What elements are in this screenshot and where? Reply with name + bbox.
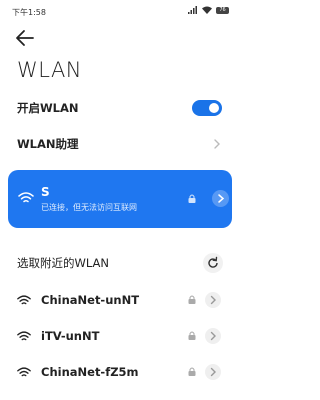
chevron-right-icon — [214, 139, 220, 149]
wlan-assistant-label: WLAN助理 — [17, 137, 79, 151]
chevron-right-icon — [210, 367, 216, 377]
status-bar: 下午1:58 76 — [0, 0, 240, 22]
wifi-icon — [18, 192, 34, 203]
lock-icon — [188, 295, 196, 304]
wlan-toggle-label: 开启WLAN — [17, 101, 79, 115]
refresh-button[interactable] — [203, 253, 223, 273]
wlan-toggle-row[interactable]: 开启WLAN — [0, 92, 240, 124]
connected-status: 已连接，但无法访问互联网 — [41, 203, 137, 212]
lock-icon — [188, 194, 196, 203]
wifi-status-icon — [202, 6, 212, 14]
network-details-button[interactable] — [205, 328, 221, 344]
connected-details-button[interactable] — [212, 190, 229, 207]
status-icons: 76 — [188, 6, 229, 14]
nearby-section-label: 选取附近的WLAN — [17, 256, 110, 270]
network-item[interactable]: ChinaNet-unNT — [0, 286, 240, 316]
battery-icon: 76 — [216, 6, 229, 14]
page-title: WLAN — [17, 58, 83, 82]
connected-ssid: S — [41, 185, 50, 199]
network-name: ChinaNet-unNT — [41, 293, 140, 307]
lock-icon — [188, 331, 196, 340]
chevron-right-icon — [210, 295, 216, 305]
network-name: iTV-unNT — [41, 329, 100, 343]
network-item[interactable]: ChinaNet-fZ5m — [0, 358, 240, 388]
back-arrow-icon[interactable] — [14, 28, 36, 48]
status-time: 下午1:58 — [12, 8, 46, 17]
network-name: ChinaNet-fZ5m — [41, 365, 139, 379]
connected-network-card[interactable]: S 已连接，但无法访问互联网 — [8, 170, 232, 228]
network-details-button[interactable] — [205, 292, 221, 308]
wifi-icon — [17, 295, 31, 305]
wlan-toggle-switch[interactable] — [192, 100, 222, 116]
refresh-icon — [208, 256, 218, 268]
wlan-assistant-row[interactable]: WLAN助理 — [0, 128, 240, 160]
network-details-button[interactable] — [205, 364, 221, 380]
signal-icon — [188, 6, 197, 14]
wifi-icon — [17, 367, 31, 377]
chevron-right-icon — [210, 331, 216, 341]
wifi-icon — [17, 331, 31, 341]
network-item[interactable]: iTV-unNT — [0, 322, 240, 352]
chevron-right-icon — [218, 194, 225, 203]
toggle-knob — [209, 103, 219, 113]
lock-icon — [188, 367, 196, 376]
